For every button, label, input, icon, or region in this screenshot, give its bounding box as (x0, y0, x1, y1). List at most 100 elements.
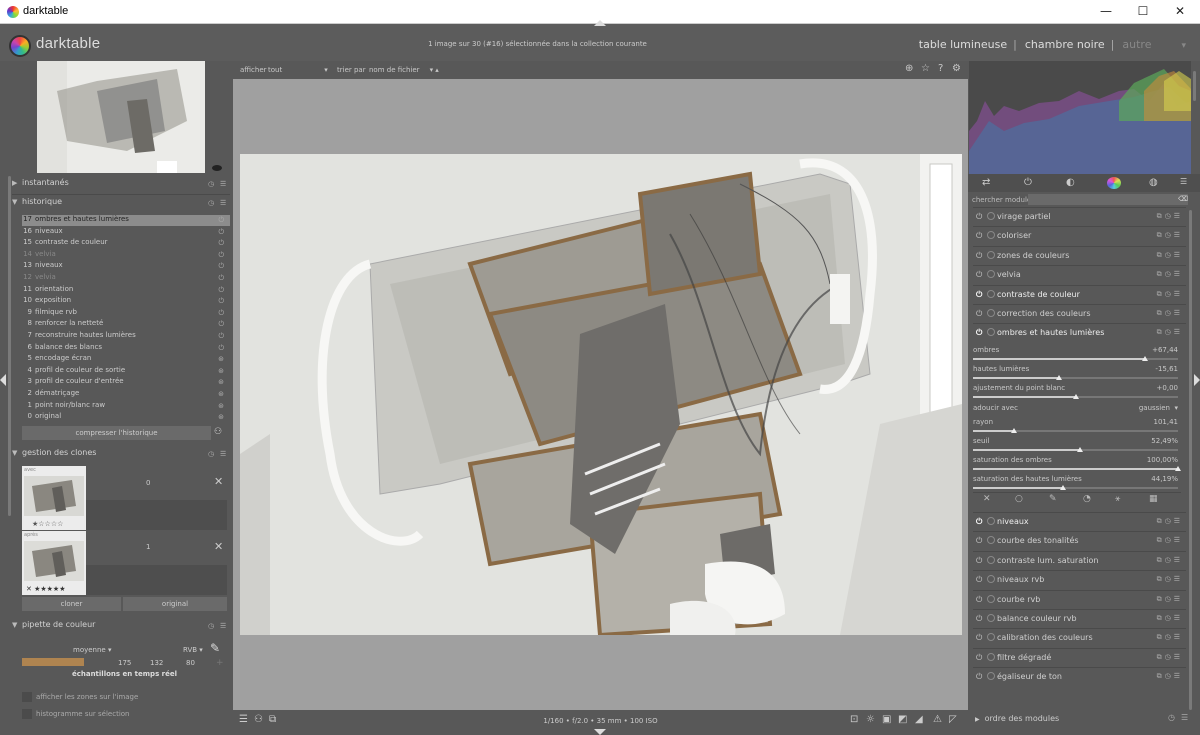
power-icon[interactable]: ⏻ (976, 231, 982, 241)
clone-thumbnail[interactable]: avec ★☆☆☆☆ (22, 466, 86, 530)
clone-name-field[interactable] (86, 500, 227, 530)
power-icon[interactable]: ⏻ (976, 653, 982, 663)
slider-knob[interactable] (1056, 375, 1063, 380)
chevron-down-icon[interactable]: ▾ (1174, 404, 1178, 412)
histogram[interactable] (969, 61, 1191, 174)
history-item[interactable]: 15 contraste de couleur ⏻ (22, 238, 230, 249)
blend-off-icon[interactable]: ✕ (983, 494, 991, 504)
presets-icon[interactable]: ☰ (220, 180, 226, 188)
blend-drawn-mask-icon[interactable]: ✎ (1049, 494, 1057, 504)
gear-icon[interactable]: ⚙ (952, 63, 961, 74)
history-item[interactable]: 10 exposition ⏻ (22, 296, 230, 307)
module-actions-icon[interactable]: ⧉◷☰ (1157, 290, 1183, 299)
history-item[interactable]: 0 original ⊛ (22, 412, 230, 423)
add-sample-icon[interactable]: + (216, 658, 224, 668)
navigation-thumbnail[interactable] (37, 61, 205, 173)
focus-peaking-icon[interactable]: ⊡ (850, 714, 858, 725)
power-icon[interactable]: ⏻ (976, 212, 982, 222)
power-icon[interactable]: ⏻ (976, 575, 982, 585)
module-header[interactable]: ⏻ virage partiel ⧉◷☰ (973, 207, 1186, 226)
module-header[interactable]: ⏻ égaliseur de ton ⧉◷☰ (973, 667, 1186, 686)
history-item[interactable]: 7 reconstruire hautes lumières ⏻ (22, 331, 230, 342)
collapse-left-arrow-icon[interactable] (0, 374, 6, 386)
picker-mode-select[interactable]: moyenne ▾ (73, 646, 111, 654)
power-icon[interactable]: ⏻ (976, 536, 982, 546)
module-actions-icon[interactable]: ⧉◷☰ (1157, 653, 1183, 662)
create-style-icon[interactable]: ⚇ (214, 427, 222, 437)
compress-history-button[interactable]: compresser l'historique (22, 426, 211, 440)
history-item[interactable]: 16 niveaux ⏻ (22, 227, 230, 238)
delete-clone-icon[interactable]: ✕ (214, 475, 223, 488)
power-icon[interactable]: ⏻ (976, 270, 982, 280)
slider-knob[interactable] (1076, 447, 1083, 452)
right-panel-scrollbar[interactable] (1189, 210, 1192, 710)
collapse-bottom-arrow-icon[interactable] (594, 729, 606, 735)
power-icon[interactable]: ⏻ (976, 251, 982, 261)
module-header[interactable]: ⏻ niveaux rvb ⧉◷☰ (973, 570, 1186, 589)
module-header[interactable]: ⏻ ombres et hautes lumières ⧉◷☰ (973, 323, 1186, 342)
clear-search-icon[interactable]: ⌫ (1178, 195, 1188, 203)
minimize-button[interactable]: — (1096, 4, 1116, 18)
reset-icon[interactable]: ◷ (208, 199, 214, 207)
show-zones-checkbox[interactable] (22, 692, 32, 702)
search-input[interactable] (1028, 194, 1188, 205)
module-header[interactable]: ⏻ contraste de couleur ⧉◷☰ (973, 284, 1186, 304)
module-actions-icon[interactable]: ⧉◷☰ (1157, 633, 1183, 642)
chevron-down-icon[interactable]: ▾ (1181, 41, 1186, 51)
param-slider[interactable]: ajustement du point blanc +0,00 (973, 383, 1178, 402)
globe-icon[interactable]: ⊕ (905, 63, 913, 74)
reset-icon[interactable]: ◷ (1168, 713, 1175, 722)
histogram-selection-checkbox[interactable] (22, 709, 32, 719)
image-canvas[interactable] (233, 79, 968, 710)
color-picker-header[interactable]: ▼ pipette de couleur ◷ ☰ (12, 620, 230, 636)
presets-icon[interactable]: ☰ (1180, 177, 1187, 186)
param-slider[interactable]: hautes lumières -15,61 (973, 364, 1178, 383)
history-item[interactable]: 1 point noir/blanc raw ⊛ (22, 401, 230, 412)
left-panel-scrollbar[interactable] (8, 176, 11, 516)
help-icon[interactable]: ? (938, 63, 943, 74)
filter-select[interactable]: tout ▾ (268, 66, 328, 74)
close-button[interactable]: ✕ (1170, 4, 1190, 18)
slider-knob[interactable] (1011, 428, 1017, 433)
quick-access-tab-icon[interactable]: ⇄ (982, 177, 990, 188)
history-item[interactable]: 12 velvia ⏻ (22, 273, 230, 284)
presets-icon[interactable]: ☰ (220, 450, 226, 458)
base-modules-tab-icon[interactable]: ◐ (1066, 177, 1075, 188)
history-item[interactable]: 5 encodage écran ⊛ (22, 354, 230, 365)
module-header[interactable]: ⏻ filtre dégradé ⧉◷☰ (973, 647, 1186, 667)
sort-select[interactable]: nom de fichier ▾ ▴ (369, 66, 439, 74)
param-slider[interactable]: seuil 52,49% (973, 436, 1178, 455)
overexposed-icon[interactable]: ◢ (915, 714, 923, 725)
module-header[interactable]: ⏻ calibration des couleurs ⧉◷☰ (973, 628, 1186, 647)
power-icon[interactable]: ⏻ (976, 556, 982, 566)
module-order-row[interactable]: ▶ ordre des modules (975, 714, 1059, 723)
param-slider[interactable]: saturation des ombres 100,00% (973, 455, 1181, 474)
history-item[interactable]: 14 velvia ⏻ (22, 250, 230, 261)
param-slider[interactable]: saturation des hautes lumières 44,19% (973, 474, 1178, 493)
active-modules-tab-icon[interactable]: ⏻ (1024, 177, 1032, 188)
view-darkroom[interactable]: chambre noire (1025, 38, 1105, 51)
history-item[interactable]: 9 filmique rvb ⏻ (22, 308, 230, 319)
clone-thumbnail[interactable]: après ✕ ★★★★★ (22, 531, 86, 595)
maximize-button[interactable]: ☐ (1133, 4, 1153, 18)
blend-combined-mask-icon[interactable]: ⚹ (1115, 494, 1120, 504)
module-actions-icon[interactable]: ⧉◷☰ (1157, 328, 1183, 337)
power-icon[interactable]: ⏻ (976, 633, 982, 643)
power-icon[interactable]: ⏻ (976, 290, 982, 300)
module-header[interactable]: ⏻ contraste lum. saturation ⧉◷☰ (973, 550, 1186, 570)
history-item[interactable]: 6 balance des blancs ⏻ (22, 343, 230, 354)
presets-icon[interactable]: ☰ (220, 622, 226, 630)
module-actions-icon[interactable]: ⧉◷☰ (1157, 231, 1183, 240)
power-icon[interactable]: ⏻ (976, 328, 982, 338)
module-actions-icon[interactable]: ⧉◷☰ (1157, 575, 1183, 584)
history-item[interactable]: 8 renforcer la netteté ⏻ (22, 319, 230, 330)
slider-knob[interactable] (1060, 485, 1067, 490)
module-header[interactable]: ⏻ balance couleur rvb ⧉◷☰ (973, 609, 1186, 628)
power-icon[interactable]: ⏻ (976, 614, 982, 624)
history-item[interactable]: 2 dématriçage ⊛ (22, 389, 230, 400)
collapse-right-arrow-icon[interactable] (1194, 374, 1200, 386)
module-header[interactable]: ⏻ zones de couleurs ⧉◷☰ (973, 245, 1186, 265)
delete-clone-icon[interactable]: ✕ (214, 540, 223, 553)
warning-icon[interactable]: ⚠ (933, 714, 942, 725)
reset-icon[interactable]: ◷ (208, 622, 214, 630)
